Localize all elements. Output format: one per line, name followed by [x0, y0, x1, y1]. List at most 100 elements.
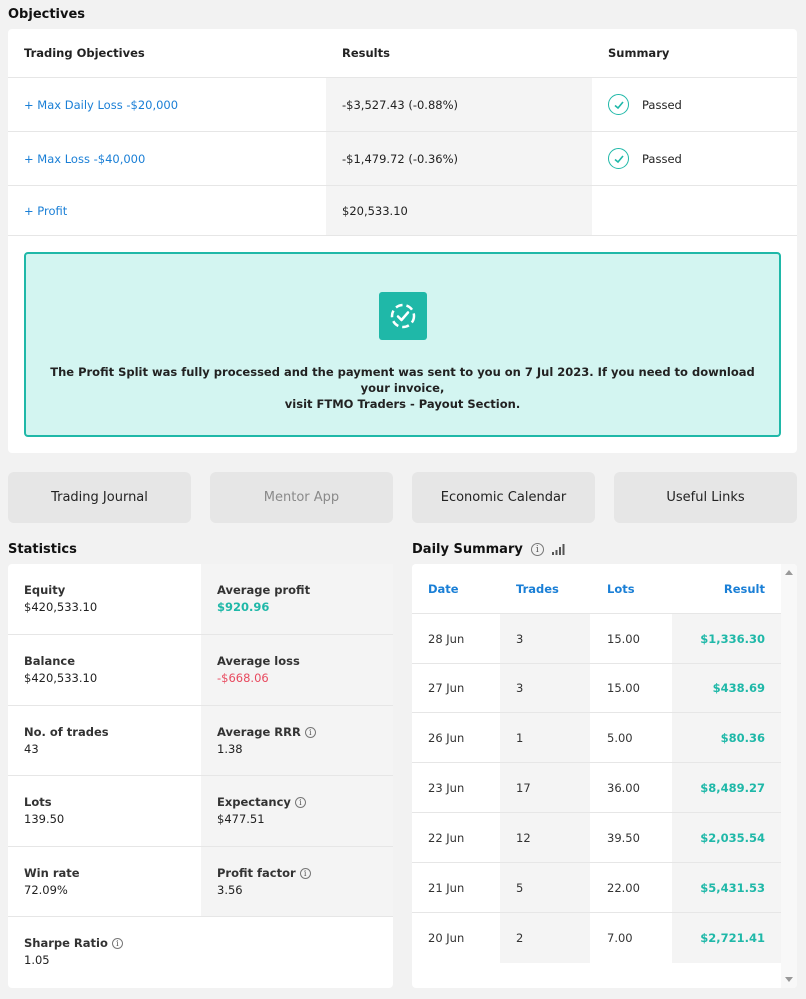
cell-result: $80.36 — [672, 713, 781, 762]
cell-lots: 22.00 — [607, 880, 640, 895]
cell-trades: 3 — [500, 664, 590, 712]
objective-max-loss-link[interactable]: + Max Loss -$40,000 — [24, 152, 145, 166]
objective-result: $20,533.10 — [326, 186, 592, 235]
stat-label-sharpe-ratio: Sharpe Ratio — [24, 936, 108, 950]
cell-trades: 1 — [500, 713, 590, 762]
objective-row-profit: + Profit $20,533.10 — [8, 186, 797, 236]
stat-row: No. of trades 43 Average RRR i 1.38 — [8, 706, 393, 776]
table-row: 26 Jun 1 5.00 $80.36 — [412, 713, 781, 763]
info-icon[interactable]: i — [299, 867, 311, 879]
statistics-card: Equity $420,533.10 Average profit $920.96 … — [8, 564, 393, 988]
stat-value-lots: 139.50 — [24, 812, 65, 826]
stat-value-win-rate: 72.09% — [24, 883, 68, 897]
scroll-down-icon[interactable] — [785, 977, 793, 982]
cell-result: $2,721.41 — [672, 913, 781, 963]
stat-label-expectancy: Expectancy — [217, 795, 291, 809]
stat-row: Win rate 72.09% Profit factor i 3.56 — [8, 847, 393, 917]
cell-trades: 5 — [500, 863, 590, 912]
cell-date: 27 Jun — [428, 681, 465, 695]
cell-result: $5,431.53 — [672, 863, 781, 912]
stat-value-equity: $420,533.10 — [24, 600, 98, 614]
cell-lots: 5.00 — [607, 730, 633, 745]
table-row: 21 Jun 5 22.00 $5,431.53 — [412, 863, 781, 913]
stat-label-win-rate: Win rate — [24, 866, 80, 880]
info-icon[interactable]: i — [294, 796, 306, 808]
objectives-card: Trading Objectives Results Summary + Max… — [8, 29, 797, 453]
cell-result: $2,035.54 — [672, 813, 781, 862]
check-circle-icon — [608, 94, 629, 115]
stat-row: Lots 139.50 Expectancy i $477.51 — [8, 776, 393, 847]
stat-label-average-profit: Average profit — [217, 583, 311, 597]
cell-lots: 39.50 — [607, 830, 640, 845]
header-trades[interactable]: Trades — [500, 564, 590, 613]
cell-trades: 12 — [500, 813, 590, 862]
stat-label-average-loss: Average loss — [217, 654, 300, 668]
cell-lots: 36.00 — [607, 780, 640, 795]
scroll-up-icon[interactable] — [785, 570, 793, 575]
payout-notice-line-2[interactable]: visit FTMO Traders - Payout Section. — [46, 396, 759, 412]
table-row: 22 Jun 12 39.50 $2,035.54 — [412, 813, 781, 863]
header-trading-objectives: Trading Objectives — [24, 46, 145, 60]
cell-trades: 3 — [500, 614, 590, 663]
table-row: 27 Jun 3 15.00 $438.69 — [412, 664, 781, 713]
stat-value-sharpe-ratio: 1.05 — [24, 953, 50, 967]
stat-label-average-rrr: Average RRR — [217, 725, 301, 739]
cell-date: 23 Jun — [428, 780, 465, 795]
header-lots[interactable]: Lots — [590, 564, 672, 613]
objective-max-daily-loss-link[interactable]: + Max Daily Loss -$20,000 — [24, 98, 178, 112]
daily-summary-scrollbar[interactable] — [781, 564, 797, 988]
cell-date: 20 Jun — [428, 931, 465, 945]
header-result[interactable]: Result — [672, 564, 781, 613]
info-icon[interactable]: i — [111, 937, 123, 949]
stat-value-average-loss: -$668.06 — [217, 671, 269, 685]
table-row: 28 Jun 3 15.00 $1,336.30 — [412, 614, 781, 664]
daily-summary-header: Daily Summary i — [412, 542, 565, 557]
stat-value-no-of-trades: 43 — [24, 742, 39, 756]
stat-value-average-rrr: 1.38 — [217, 742, 243, 756]
stat-row: Equity $420,533.10 Average profit $920.96 — [8, 564, 393, 635]
objective-row-max-loss: + Max Loss -$40,000 -$1,479.72 (-0.36%) … — [8, 132, 797, 186]
info-icon[interactable]: i — [304, 726, 316, 738]
cell-date: 21 Jun — [428, 880, 465, 895]
objectives-header-row: Trading Objectives Results Summary — [8, 29, 797, 78]
header-summary: Summary — [608, 46, 670, 60]
header-date[interactable]: Date — [412, 564, 500, 613]
stat-label-balance: Balance — [24, 654, 76, 668]
payout-notice-text: The Profit Split was fully processed and… — [46, 364, 759, 412]
table-row: 23 Jun 17 36.00 $8,489.27 — [412, 763, 781, 813]
economic-calendar-button[interactable]: Economic Calendar — [412, 472, 595, 523]
objective-summary: Passed — [642, 97, 682, 112]
stat-value-expectancy: $477.51 — [217, 812, 265, 826]
stat-label-no-of-trades: No. of trades — [24, 725, 109, 739]
stat-label-lots: Lots — [24, 795, 52, 809]
cell-lots: 15.00 — [607, 681, 640, 695]
stat-label-equity: Equity — [24, 583, 66, 597]
mentor-app-button[interactable]: Mentor App — [210, 472, 393, 523]
dashed-check-circle-icon — [379, 292, 427, 340]
cell-result: $1,336.30 — [672, 614, 781, 663]
table-row: 20 Jun 2 7.00 $2,721.41 — [412, 913, 781, 963]
cell-result: $438.69 — [672, 664, 781, 712]
cell-trades: 2 — [500, 913, 590, 963]
objective-summary: Passed — [642, 151, 682, 166]
objectives-title: Objectives — [8, 7, 86, 22]
stat-value-average-profit: $920.96 — [217, 600, 270, 614]
useful-links-button[interactable]: Useful Links — [614, 472, 797, 523]
cell-lots: 7.00 — [607, 931, 633, 945]
stat-row: Sharpe Ratio i 1.05 — [8, 917, 393, 988]
payout-notice: The Profit Split was fully processed and… — [24, 252, 781, 437]
objective-profit-link[interactable]: + Profit — [24, 204, 67, 218]
trading-journal-button[interactable]: Trading Journal — [8, 472, 191, 523]
cell-result: $8,489.27 — [672, 763, 781, 812]
statistics-title: Statistics — [8, 542, 77, 557]
stat-value-balance: $420,533.10 — [24, 671, 98, 685]
daily-header-row: Date Trades Lots Result — [412, 564, 781, 614]
objective-result: -$3,527.43 (-0.88%) — [326, 78, 592, 131]
bar-chart-icon[interactable] — [551, 544, 565, 555]
daily-summary-card: Date Trades Lots Result 28 Jun 3 15.00 $… — [412, 564, 797, 988]
info-icon[interactable]: i — [530, 543, 544, 556]
payout-notice-line-1: The Profit Split was fully processed and… — [50, 365, 755, 395]
stat-label-profit-factor: Profit factor — [217, 866, 296, 880]
daily-summary-title: Daily Summary — [412, 542, 523, 557]
header-results: Results — [342, 46, 390, 60]
